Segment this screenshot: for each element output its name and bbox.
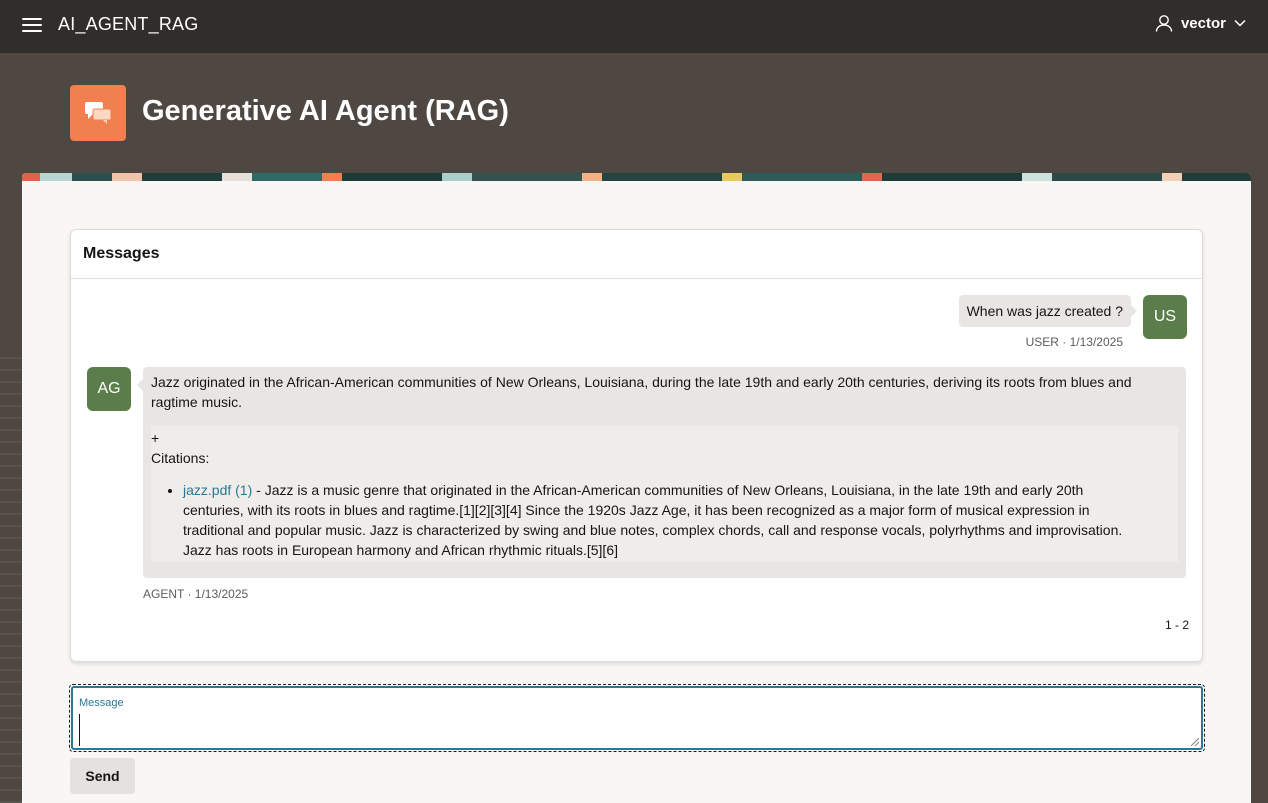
message-input[interactable] <box>79 714 1189 746</box>
user-message-bubble: When was jazz created ? <box>958 295 1138 327</box>
citations-plus: + <box>151 430 160 446</box>
messages-card-title: Messages <box>71 230 1202 279</box>
region-decoration <box>22 173 1251 181</box>
message-field[interactable]: Message <box>71 686 1203 750</box>
top-header: AI_AGENT_RAG vector <box>0 0 1268 53</box>
chat-bubbles-icon <box>70 85 126 141</box>
messages-list: When was jazz created ? US USER · 1/13/2… <box>71 279 1202 662</box>
main-region: Messages When was jazz created ? US USER… <box>22 173 1251 803</box>
message-field-label: Message <box>79 697 124 709</box>
hero-decoration <box>0 353 22 803</box>
agent-message-meta: AGENT · 1/13/2025 <box>143 587 249 601</box>
user-menu[interactable]: vector <box>1155 14 1246 32</box>
citations-box: + Citations: jazz.pdf (1) - Jazz is a mu… <box>151 426 1178 562</box>
user-icon <box>1155 15 1173 32</box>
citation-link[interactable]: jazz.pdf (1) <box>183 482 252 498</box>
app-title[interactable]: AI_AGENT_RAG <box>58 14 198 35</box>
page-title: Generative AI Agent (RAG) <box>142 95 509 127</box>
send-button[interactable]: Send <box>70 758 135 794</box>
user-avatar: US <box>1143 295 1187 339</box>
hamburger-menu-icon[interactable] <box>22 18 42 34</box>
messages-card: Messages When was jazz created ? US USER… <box>70 229 1203 662</box>
agent-message-bubble: Jazz originated in the African-American … <box>137 367 1186 578</box>
citation-item: jazz.pdf (1) - Jazz is a music genre tha… <box>183 480 1138 560</box>
message-field-wrapper: Message <box>69 684 1205 752</box>
citations-list: jazz.pdf (1) - Jazz is a music genre tha… <box>183 480 1178 560</box>
agent-message-text: Jazz originated in the African-American … <box>151 374 1132 410</box>
pagination: 1 - 2 <box>1164 618 1189 632</box>
resize-handle-icon[interactable] <box>1191 738 1199 746</box>
chevron-down-icon <box>1234 19 1246 27</box>
citation-text: - Jazz is a music genre that originated … <box>183 482 1123 558</box>
user-message-meta: USER · 1/13/2025 <box>1025 335 1123 349</box>
agent-avatar: AG <box>87 367 131 411</box>
user-name: vector <box>1180 14 1226 32</box>
citations-label: Citations: <box>151 450 210 466</box>
